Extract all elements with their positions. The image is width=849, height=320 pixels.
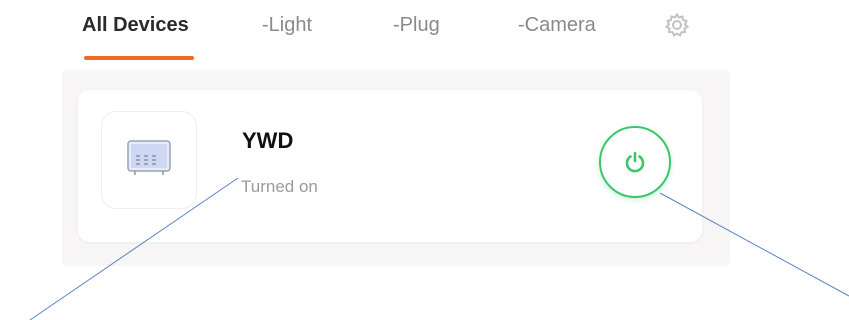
device-thumbnail xyxy=(102,112,196,208)
active-tab-indicator xyxy=(84,56,194,60)
tab-all-devices[interactable]: All Devices xyxy=(82,12,189,38)
device-list-screen: All Devices -Light -Plug -Camera YWD Tur… xyxy=(0,0,849,320)
power-icon xyxy=(625,151,645,173)
device-card[interactable]: YWD Turned on xyxy=(78,90,702,242)
device-name: YWD xyxy=(242,128,294,153)
gear-icon[interactable] xyxy=(664,12,690,38)
tab-plug[interactable]: -Plug xyxy=(393,12,440,38)
tab-light[interactable]: -Light xyxy=(262,12,312,38)
category-tab-bar: All Devices -Light -Plug -Camera xyxy=(0,0,849,64)
device-status: Turned on xyxy=(241,177,318,196)
tab-camera[interactable]: -Camera xyxy=(518,12,596,38)
power-toggle-button[interactable] xyxy=(599,126,671,198)
appliance-icon xyxy=(127,140,171,175)
